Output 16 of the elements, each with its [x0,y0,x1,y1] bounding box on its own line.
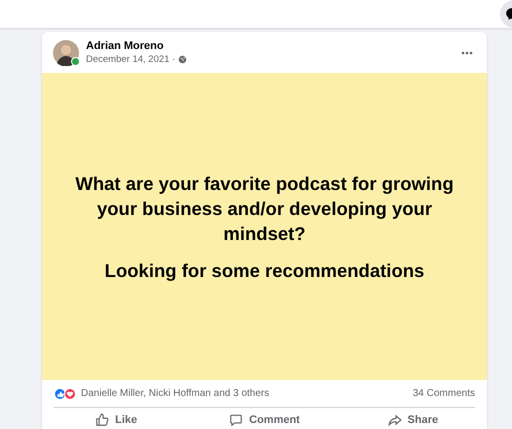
avatar-icon[interactable] [53,40,79,66]
like-button[interactable]: Like [42,408,190,429]
thumbs-up-icon [95,413,110,427]
globe-icon [178,55,188,64]
author-name[interactable]: Adrian Moreno [86,40,450,52]
reactions-summary[interactable]: Danielle Miller, Nicki Hoffman and 3 others [81,388,270,399]
post-date[interactable]: December 14, 2021 · [86,54,176,65]
comments-count[interactable]: 34 Comments [412,388,475,399]
ellipsis-icon [461,50,473,54]
reaction-icons [54,388,76,400]
comment-button[interactable]: Comment [190,408,339,429]
share-button[interactable]: Share [338,408,487,429]
post-question: What are your favorite podcast for growing your business and/or developing your mindset? [74,172,455,246]
share-arrow-icon [388,413,402,427]
speech-bubble-icon [229,413,244,427]
post-subline: Looking for some recommendations [104,260,424,282]
